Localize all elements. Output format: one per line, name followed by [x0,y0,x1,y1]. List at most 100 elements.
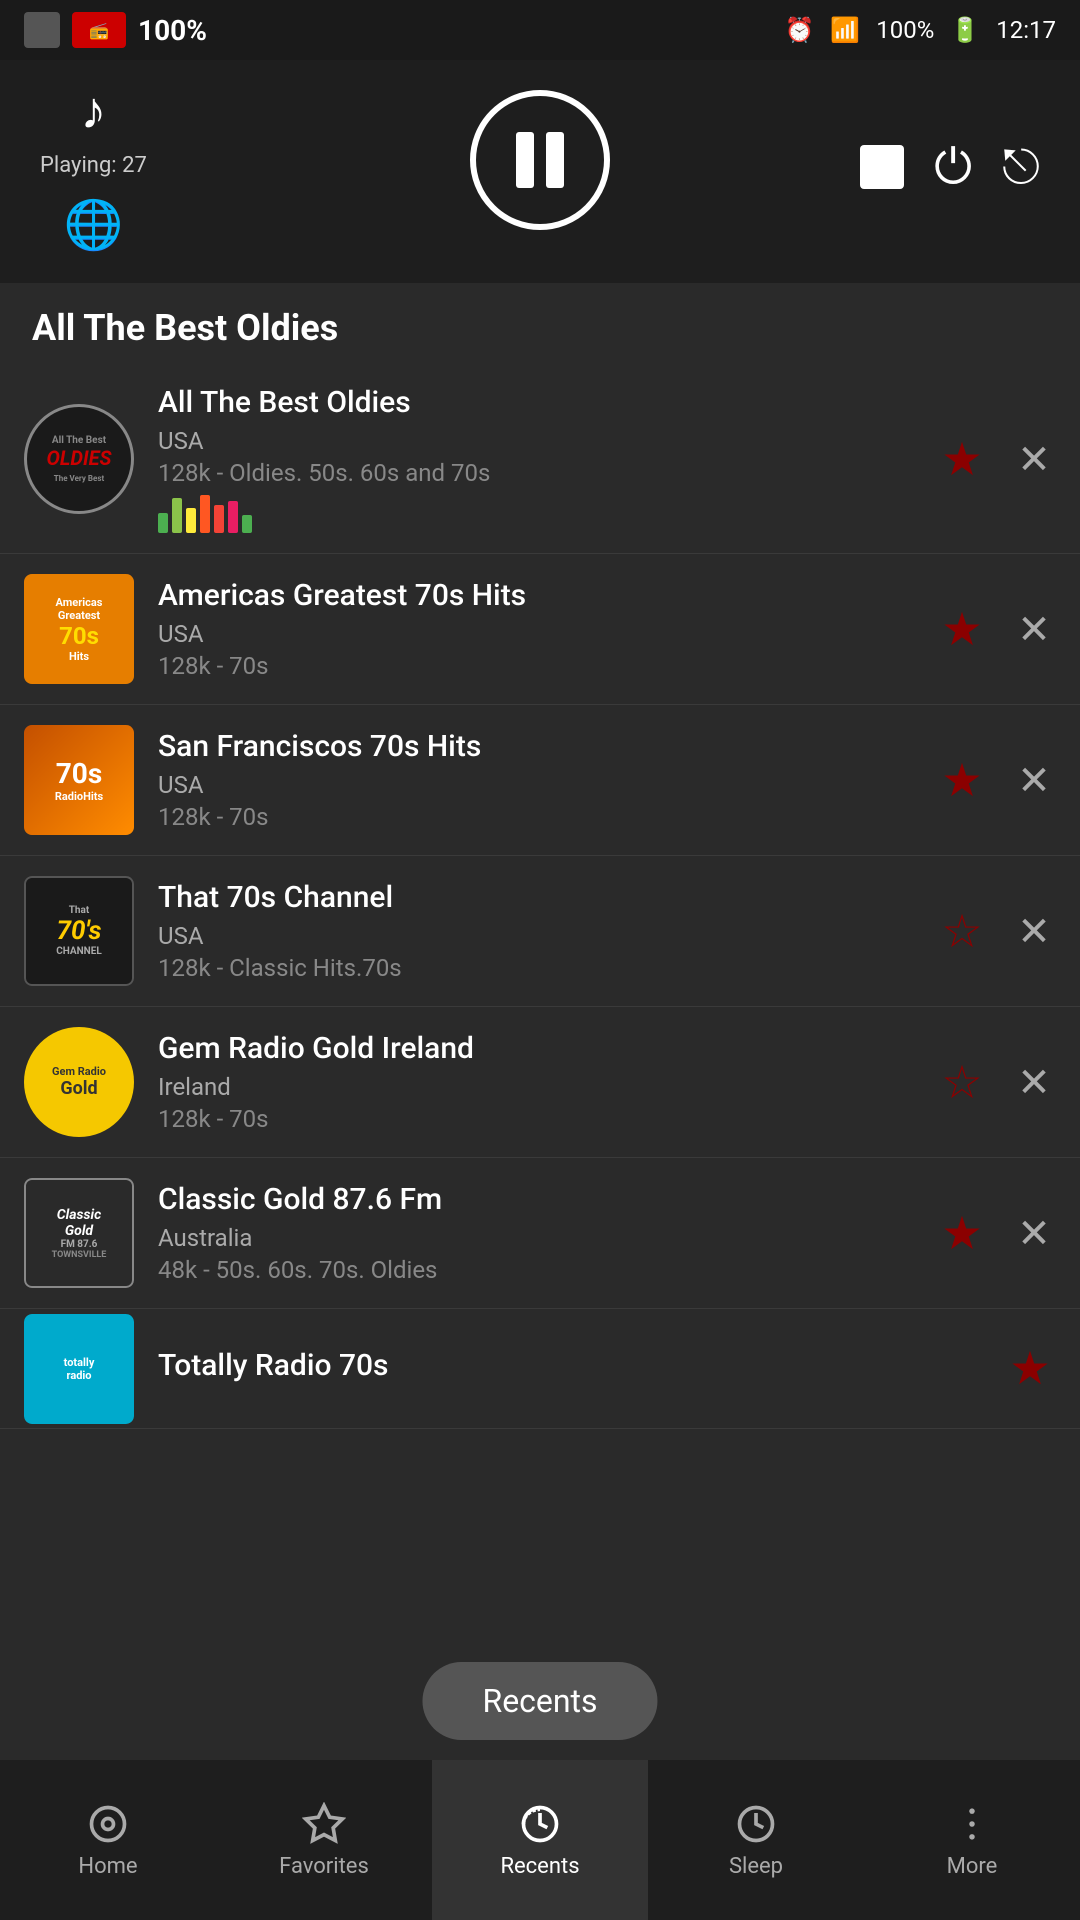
station-details: 128k - 70s [158,652,920,680]
equalizer [158,493,920,533]
station-name: Americas Greatest 70s Hits [158,578,920,614]
star-filled-icon: ★ [941,1206,982,1261]
station-country: Ireland [158,1073,920,1101]
station-info: Americas Greatest 70s Hits USA 128k - 70… [158,578,920,680]
station-item[interactable]: That 70's CHANNEL That 70s Channel USA 1… [0,856,1080,1007]
star-filled-icon: ★ [941,602,982,657]
pause-button[interactable] [470,90,610,230]
station-actions: ★ ✕ [936,433,1056,485]
star-outline-icon: ☆ [941,1055,982,1110]
status-right: ⏰ 📶 100% 🔋 12:17 [785,16,1056,44]
station-info: San Franciscos 70s Hits USA 128k - 70s [158,729,920,831]
station-logo: totally radio [24,1314,134,1424]
station-country: Australia [158,1224,920,1252]
favorite-button[interactable]: ☆ [936,905,988,957]
station-logo: Gem Radio Gold [24,1027,134,1137]
station-item[interactable]: totally radio Totally Radio 70s ★ [0,1309,1080,1429]
station-logo: Americas Greatest 70s Hits [24,574,134,684]
station-info: Gem Radio Gold Ireland Ireland 128k - 70… [158,1031,920,1133]
station-name: Classic Gold 87.6 Fm [158,1182,920,1218]
player-controls-row: ♪ Playing: 27 🌐 ⏻ ⎋ [40,80,1040,253]
alarm-icon: ⏰ [785,16,815,44]
stop-button[interactable] [860,145,904,189]
nav-home-label: Home [78,1854,137,1879]
station-item[interactable]: Americas Greatest 70s Hits Americas Grea… [0,554,1080,705]
station-details: 128k - 70s [158,1105,920,1133]
logo-sf70s: 70s RadioHits [24,725,134,835]
nav-sleep-label: Sleep [729,1854,783,1879]
player-left-icons: ♪ Playing: 27 🌐 [40,80,147,253]
music-note-icon[interactable]: ♪ [80,80,106,141]
station-actions: ★ ✕ [936,1207,1056,1259]
section-title-text: All The Best Oldies [32,307,1048,349]
logo-oldies: All The Best OLDIES The Very Best [24,404,134,514]
bottom-nav: Home Favorites Recents Sleep More [0,1760,1080,1920]
playing-label: Playing: 27 [40,153,147,178]
station-details: 128k - 70s [158,803,920,831]
logo-totally: totally radio [24,1314,134,1424]
recents-icon [518,1802,562,1846]
globe-icon[interactable]: 🌐 [64,196,124,253]
favorite-button[interactable]: ★ [936,754,988,806]
pause-bar-right [546,132,564,188]
station-logo: 70s RadioHits [24,725,134,835]
logo-gem: Gem Radio Gold [24,1027,134,1137]
recents-tooltip: Recents [422,1662,657,1740]
station-info: That 70s Channel USA 128k - Classic Hits… [158,880,920,982]
remove-button[interactable]: ✕ [1012,758,1056,802]
home-icon [86,1802,130,1846]
station-item[interactable]: All The Best OLDIES The Very Best All Th… [0,365,1080,554]
nav-recents-label: Recents [500,1854,579,1879]
favorite-button[interactable]: ★ [936,603,988,655]
station-country: USA [158,922,920,950]
station-logo: That 70's CHANNEL [24,876,134,986]
nav-sleep[interactable]: Sleep [648,1760,864,1920]
notification-icon [24,12,60,48]
favorite-button[interactable]: ★ [936,433,988,485]
remove-button[interactable]: ✕ [1012,1060,1056,1104]
station-actions: ☆ ✕ [936,1056,1056,1108]
remove-button[interactable]: ✕ [1012,1211,1056,1255]
sleep-icon [734,1802,778,1846]
station-info: Totally Radio 70s [158,1348,988,1390]
nav-home[interactable]: Home [0,1760,216,1920]
power-icon[interactable]: ⏻ [934,138,972,196]
station-item[interactable]: Gem Radio Gold Gem Radio Gold Ireland Ir… [0,1007,1080,1158]
favorites-icon [302,1802,346,1846]
favorite-button[interactable]: ★ [1004,1343,1056,1395]
station-name: Totally Radio 70s [158,1348,988,1384]
clock: 12:17 [996,16,1056,44]
section-title: All The Best Oldies [0,283,1080,365]
logo-that70s: That 70's CHANNEL [24,876,134,986]
remove-button[interactable]: ✕ [1012,909,1056,953]
nav-more[interactable]: More [864,1760,1080,1920]
app-icon: 📻 [72,12,126,48]
station-info: Classic Gold 87.6 Fm Australia 48k - 50s… [158,1182,920,1284]
share-icon[interactable]: ⎋ [1002,138,1040,196]
station-item[interactable]: 70s RadioHits San Franciscos 70s Hits US… [0,705,1080,856]
station-name: That 70s Channel [158,880,920,916]
player-header: ♪ Playing: 27 🌐 ⏻ ⎋ [0,60,1080,283]
remove-button[interactable]: ✕ [1012,437,1056,481]
more-icon [950,1802,994,1846]
station-actions: ★ ✕ [936,754,1056,806]
station-name: San Franciscos 70s Hits [158,729,920,765]
station-details: 128k - Classic Hits.70s [158,954,920,982]
nav-more-label: More [947,1854,998,1879]
station-name: All The Best Oldies [158,385,920,421]
star-filled-icon: ★ [941,753,982,808]
favorite-button[interactable]: ★ [936,1207,988,1259]
nav-favorites[interactable]: Favorites [216,1760,432,1920]
player-right-icons: ⏻ ⎋ [860,138,1040,196]
favorite-button[interactable]: ☆ [936,1056,988,1108]
station-country: USA [158,771,920,799]
station-info: All The Best Oldies USA 128k - Oldies. 5… [158,385,920,533]
pause-bar-left [516,132,534,188]
battery-level: 100% [876,16,934,44]
station-item[interactable]: Classic Gold FM 87.6 TOWNSVILLE Classic … [0,1158,1080,1309]
station-actions: ★ [1004,1343,1056,1395]
pause-icon [516,132,564,188]
station-actions: ★ ✕ [936,603,1056,655]
nav-recents[interactable]: Recents [432,1760,648,1920]
remove-button[interactable]: ✕ [1012,607,1056,651]
